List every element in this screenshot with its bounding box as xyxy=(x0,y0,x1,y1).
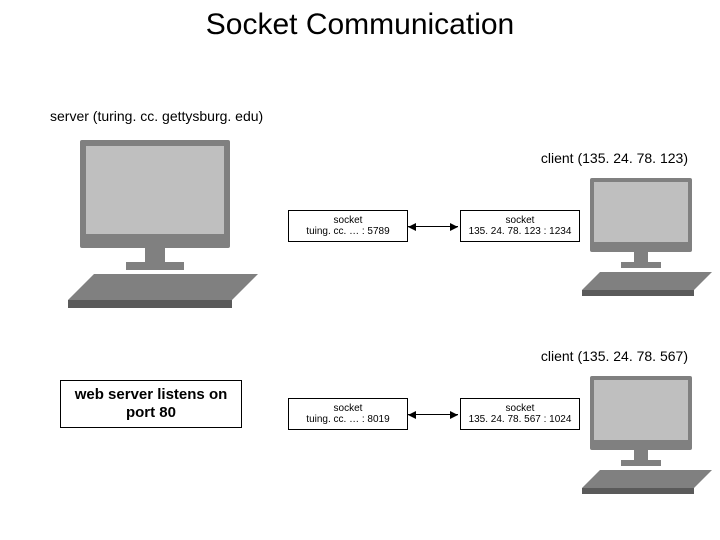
socket-addr: tuing. cc. … : 8019 xyxy=(306,414,389,426)
socket-addr: tuing. cc. … : 5789 xyxy=(306,226,389,238)
client1-computer-icon xyxy=(590,178,692,252)
socket-label: socket xyxy=(334,403,363,415)
socket-addr: 135. 24. 78. 123 : 1234 xyxy=(469,226,572,238)
client2-computer-icon xyxy=(590,376,692,450)
socket-client1: socket 135. 24. 78. 123 : 1234 xyxy=(460,210,580,242)
socket-server-to-client2: socket tuing. cc. … : 8019 xyxy=(288,398,408,430)
client1-label: client (135. 24. 78. 123) xyxy=(541,150,688,166)
server-label: server (turing. cc. gettysburg. edu) xyxy=(50,108,263,124)
socket-client2: socket 135. 24. 78. 567 : 1024 xyxy=(460,398,580,430)
socket-label: socket xyxy=(506,215,535,227)
page-title: Socket Communication xyxy=(0,8,720,42)
bidir-arrow-2 xyxy=(408,414,458,415)
socket-addr: 135. 24. 78. 567 : 1024 xyxy=(469,414,572,426)
bidir-arrow-1 xyxy=(408,226,458,227)
socket-label: socket xyxy=(506,403,535,415)
client2-label: client (135. 24. 78. 567) xyxy=(541,348,688,364)
server-computer-icon xyxy=(80,140,230,248)
server-port-note: web server listens on port 80 xyxy=(60,380,242,428)
socket-label: socket xyxy=(334,215,363,227)
socket-server-to-client1: socket tuing. cc. … : 5789 xyxy=(288,210,408,242)
